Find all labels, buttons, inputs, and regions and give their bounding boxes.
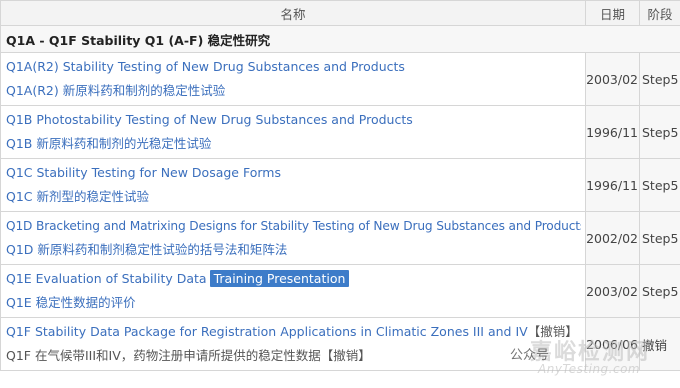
stage-cell: 撤销 bbox=[639, 317, 680, 371]
guideline-link-zh[interactable]: Q1E 稳定性数据的评价 bbox=[6, 295, 136, 310]
date-cell: 1996/11 bbox=[585, 105, 640, 159]
guideline-title-zh: Q1F 在气候带III和IV，药物注册申请所提供的稳定性数据 bbox=[6, 348, 321, 363]
date-cell: 2006/06 bbox=[585, 317, 640, 371]
guideline-table: 名称 日期 阶段 Q1A - Q1F Stability Q1 (A-F) 稳定… bbox=[0, 0, 680, 371]
stage-cell: Step5 bbox=[639, 264, 680, 318]
date-cell: 1996/11 bbox=[585, 158, 640, 212]
name-cell: Q1F Stability Data Package for Registrat… bbox=[0, 317, 586, 371]
section-title: Q1A - Q1F Stability Q1 (A-F) 稳定性研究 bbox=[0, 25, 680, 53]
name-cell: Q1A(R2) Stability Testing of New Drug Su… bbox=[0, 52, 586, 106]
column-header-date: 日期 bbox=[585, 0, 640, 26]
guideline-link-zh[interactable]: Q1D 新原料药和制剂稳定性试验的括号法和矩阵法 bbox=[6, 242, 287, 257]
stage-cell: Step5 bbox=[639, 52, 680, 106]
guideline-link-en[interactable]: Q1C Stability Testing for New Dosage For… bbox=[6, 165, 281, 180]
table-header-row: 名称 日期 阶段 bbox=[0, 0, 680, 26]
guideline-link-en[interactable]: Q1E Evaluation of Stability Data bbox=[6, 271, 207, 286]
guideline-link-en[interactable]: Q1F Stability Data Package for Registrat… bbox=[6, 324, 528, 339]
table-row: Q1F Stability Data Package for Registrat… bbox=[0, 317, 680, 371]
withdrawn-tag: 【撤销】 bbox=[527, 324, 578, 339]
guideline-link-zh[interactable]: Q1C 新剂型的稳定性试验 bbox=[6, 189, 149, 204]
table-row: Q1B Photostability Testing of New Drug S… bbox=[0, 105, 680, 159]
name-cell: Q1E Evaluation of Stability Data Training… bbox=[0, 264, 586, 318]
table-row: Q1A(R2) Stability Testing of New Drug Su… bbox=[0, 52, 680, 106]
guideline-link-en[interactable]: Q1B Photostability Testing of New Drug S… bbox=[6, 112, 413, 127]
date-cell: 2003/02 bbox=[585, 264, 640, 318]
stage-cell: Step5 bbox=[639, 105, 680, 159]
training-presentation-link[interactable]: Training Presentation bbox=[209, 270, 350, 287]
column-header-name: 名称 bbox=[0, 0, 586, 26]
name-cell: Q1D Bracketing and Matrixing Designs for… bbox=[0, 211, 586, 265]
withdrawn-tag: 【撤销】 bbox=[320, 348, 371, 363]
date-cell: 2002/02 bbox=[585, 211, 640, 265]
column-header-stage: 阶段 bbox=[639, 0, 680, 26]
stage-cell: Step5 bbox=[639, 158, 680, 212]
date-cell: 2003/02 bbox=[585, 52, 640, 106]
guideline-link-zh[interactable]: Q1A(R2) 新原料药和制剂的稳定性试验 bbox=[6, 83, 225, 98]
name-cell: Q1C Stability Testing for New Dosage For… bbox=[0, 158, 586, 212]
table-row: Q1C Stability Testing for New Dosage For… bbox=[0, 158, 680, 212]
table-row: Q1D Bracketing and Matrixing Designs for… bbox=[0, 211, 680, 265]
table-row: Q1E Evaluation of Stability Data Training… bbox=[0, 264, 680, 318]
name-cell: Q1B Photostability Testing of New Drug S… bbox=[0, 105, 586, 159]
stage-cell: Step5 bbox=[639, 211, 680, 265]
section-row: Q1A - Q1F Stability Q1 (A-F) 稳定性研究 bbox=[0, 25, 680, 53]
guideline-link-en[interactable]: Q1D Bracketing and Matrixing Designs for… bbox=[6, 219, 581, 233]
guideline-link-en[interactable]: Q1A(R2) Stability Testing of New Drug Su… bbox=[6, 59, 405, 74]
guideline-link-zh[interactable]: Q1B 新原料药和制剂的光稳定性试验 bbox=[6, 136, 211, 151]
